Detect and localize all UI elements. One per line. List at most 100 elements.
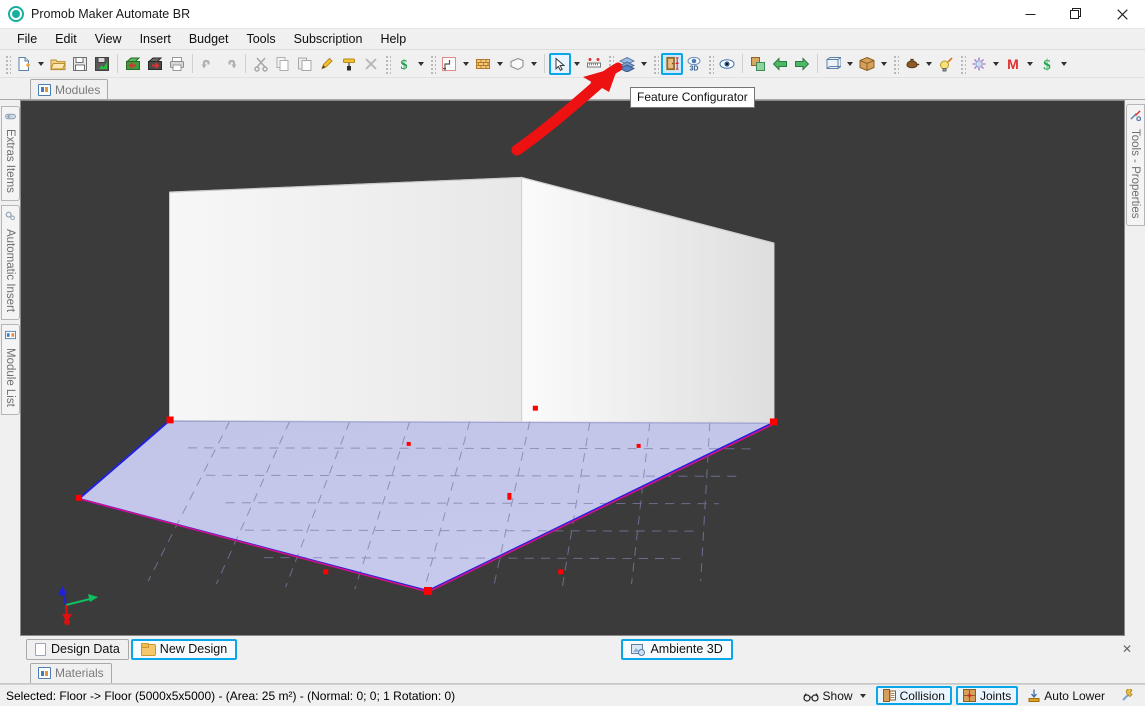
sidebar-item-module-list[interactable]: Module List — [0, 324, 20, 415]
status-collision-button[interactable]: Collision — [875, 686, 952, 705]
cardboard-box-button[interactable] — [856, 53, 878, 75]
sidebar-item-automatic-insert[interactable]: Automatic Insert — [0, 204, 20, 320]
promob-m-dropdown[interactable] — [1024, 53, 1036, 75]
select-tool-button[interactable] — [549, 52, 571, 75]
sparkle-burst-button[interactable] — [968, 53, 990, 75]
promob-m-button[interactable]: M — [1002, 53, 1024, 75]
ceiling-shape-button[interactable] — [506, 53, 528, 75]
status-wrench-button[interactable] — [1115, 686, 1141, 705]
ambiente-3d-icon — [631, 643, 646, 656]
feature-configurator-button[interactable] — [661, 52, 683, 75]
modules-tab-row: Modules — [0, 78, 1145, 100]
toolbar-grip-3[interactable] — [429, 53, 436, 74]
menu-item-budget[interactable]: Budget — [180, 29, 238, 49]
environment-dropdown[interactable] — [460, 53, 472, 75]
toolbar-grip-6[interactable] — [707, 53, 714, 74]
brick-wall-button[interactable] — [472, 53, 494, 75]
environment-room-button[interactable] — [438, 53, 460, 75]
new-document-button[interactable] — [13, 53, 35, 75]
menu-item-insert[interactable]: Insert — [131, 29, 180, 49]
budget-dropdown[interactable] — [415, 53, 427, 75]
undo-button[interactable] — [197, 53, 219, 75]
minimize-button[interactable] — [1007, 0, 1053, 29]
status-show-button[interactable]: Show — [797, 686, 872, 705]
delete-close-button[interactable] — [360, 53, 382, 75]
auto-lower-icon — [1028, 689, 1040, 702]
green-arrow-right-button[interactable] — [791, 53, 813, 75]
ceiling-shape-dropdown[interactable] — [528, 53, 540, 75]
sidebar-item-extras-items[interactable]: Extras Items — [0, 106, 20, 201]
menu-item-tools[interactable]: Tools — [237, 29, 284, 49]
status-auto-lower-button[interactable]: Auto Lower — [1022, 686, 1111, 705]
menu-item-edit[interactable]: Edit — [46, 29, 86, 49]
green-arrow-left-button[interactable] — [769, 53, 791, 75]
measure-tool-button[interactable] — [583, 53, 605, 75]
promob-logo-icon — [8, 6, 24, 22]
status-joints-button[interactable]: Joints — [955, 686, 1019, 705]
export-button[interactable] — [144, 53, 166, 75]
price-dollar-button[interactable]: $ — [1036, 53, 1058, 75]
import-button[interactable] — [122, 53, 144, 75]
paste-button[interactable] — [294, 53, 316, 75]
save-as-button[interactable] — [91, 53, 113, 75]
bottom-tab-bar: Design Data New Design Ambiente 3D ✕ — [0, 636, 1145, 662]
3d-viewport[interactable] — [20, 100, 1125, 636]
menu-item-view[interactable]: View — [86, 29, 131, 49]
gears-icon — [5, 211, 16, 224]
perspective-dropdown[interactable] — [844, 53, 856, 75]
toolbar-grip-8[interactable] — [959, 53, 966, 74]
status-collision-label: Collision — [899, 688, 945, 703]
new-document-dropdown[interactable] — [35, 53, 47, 75]
paint-roller-button[interactable] — [338, 53, 360, 75]
price-dropdown[interactable] — [1058, 53, 1070, 75]
toolbar-grip[interactable] — [4, 53, 11, 74]
view-3d-button[interactable]: 3D — [683, 53, 705, 75]
print-button[interactable] — [166, 53, 188, 75]
title-bar: Promob Maker Automate BR — [0, 0, 1145, 29]
folder-icon — [140, 643, 156, 656]
light-bulb-button[interactable] — [935, 53, 957, 75]
group-boxes-button[interactable] — [747, 53, 769, 75]
sidebar-item-extras-items-label: Extras Items — [4, 129, 16, 193]
tab-new-design[interactable]: New Design — [130, 638, 238, 660]
cut-button[interactable] — [250, 53, 272, 75]
toolbar-grip-4[interactable] — [607, 53, 614, 74]
menu-item-help[interactable]: Help — [371, 29, 415, 49]
cardboard-box-dropdown[interactable] — [878, 53, 890, 75]
tab-ambiente-3d[interactable]: Ambiente 3D — [621, 638, 733, 660]
tab-materials[interactable]: Materials — [30, 662, 112, 683]
toolbar-grip-2[interactable] — [384, 53, 391, 74]
status-show-caret-icon[interactable] — [859, 693, 866, 698]
lamp-button[interactable] — [901, 53, 923, 75]
layers-dropdown[interactable] — [638, 53, 650, 75]
toolbar-grip-7[interactable] — [892, 53, 899, 74]
lamp-dropdown[interactable] — [923, 53, 935, 75]
maximize-restore-button[interactable] — [1053, 0, 1099, 29]
layers-button[interactable] — [616, 53, 638, 75]
close-button[interactable] — [1099, 0, 1145, 29]
tab-modules[interactable]: Modules — [30, 79, 109, 99]
visibility-eye-button[interactable] — [716, 53, 738, 75]
materials-icon — [38, 667, 51, 679]
status-show-label: Show — [822, 688, 853, 703]
menu-item-file[interactable]: File — [8, 29, 46, 49]
perspective-cube-button[interactable] — [822, 53, 844, 75]
format-brush-button[interactable] — [316, 53, 338, 75]
svg-text:3D: 3D — [690, 65, 699, 72]
brick-wall-dropdown[interactable] — [494, 53, 506, 75]
copy-button[interactable] — [272, 53, 294, 75]
tab-design-data[interactable]: Design Data — [26, 638, 129, 660]
sparkle-burst-dropdown[interactable] — [990, 53, 1002, 75]
sidebar-item-tools-properties[interactable]: Tools - Properties — [1125, 104, 1145, 227]
select-tool-dropdown[interactable] — [571, 53, 583, 75]
redo-button[interactable] — [219, 53, 241, 75]
toolbar-grip-5[interactable] — [652, 53, 659, 74]
main-toolbar: $ 3D M $ — [0, 50, 1145, 78]
menu-item-subscription[interactable]: Subscription — [285, 29, 372, 49]
window-title: Promob Maker Automate BR — [31, 7, 191, 21]
floor-plane-main — [78, 420, 774, 591]
save-button[interactable] — [69, 53, 91, 75]
budget-dollar-button[interactable]: $ — [393, 53, 415, 75]
open-folder-button[interactable] — [47, 53, 69, 75]
close-tab-button[interactable]: ✕ — [1117, 639, 1137, 659]
